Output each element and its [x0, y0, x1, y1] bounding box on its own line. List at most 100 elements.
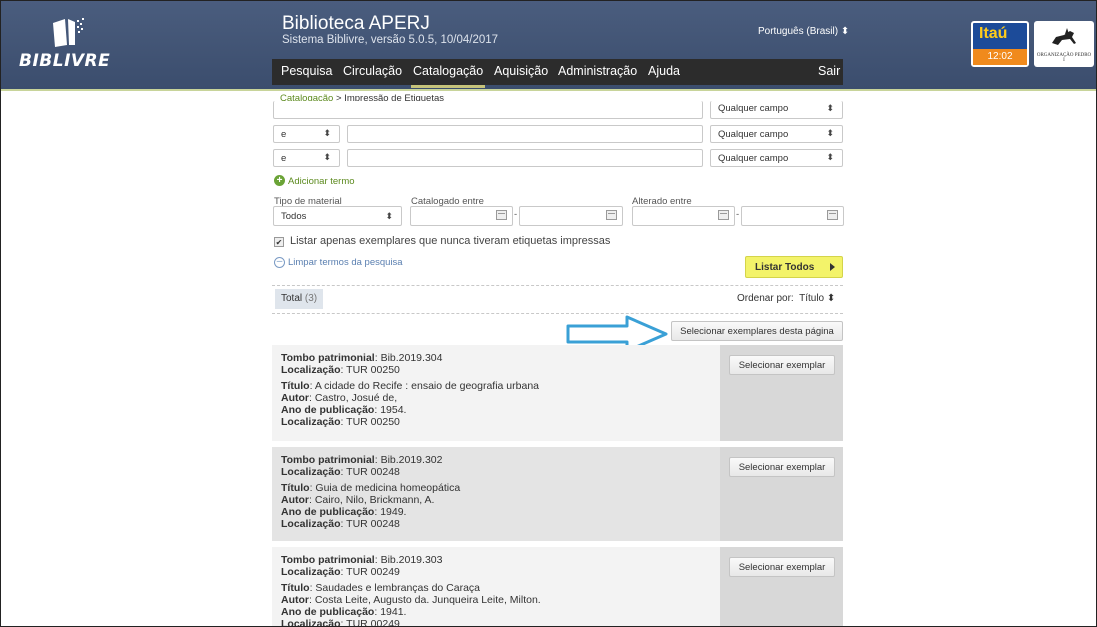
nav-catalogacao[interactable]: Catalogação: [413, 64, 483, 78]
select-page-items-button[interactable]: Selecionar exemplares desta página: [671, 321, 843, 341]
location-line: Localização: TUR 00250: [281, 364, 711, 376]
year-line: Ano de publicação: 1954.: [281, 404, 711, 416]
location-value: : TUR 00248: [340, 466, 400, 478]
nav-aquisicao[interactable]: Aquisição: [494, 64, 548, 78]
year-value: : 1954.: [374, 404, 407, 416]
title-value: : Guia de medicina homeopática: [309, 482, 461, 494]
itau-widget[interactable]: Itaú 12:02: [971, 21, 1029, 67]
location-label: Localização: [281, 364, 341, 376]
nav-ajuda[interactable]: Ajuda: [648, 64, 680, 78]
cataloged-from-input[interactable]: [410, 206, 513, 226]
divider: [272, 313, 843, 314]
logo-text: BIBLIVRE: [19, 51, 111, 71]
select-item-button[interactable]: Selecionar exemplar: [729, 557, 835, 577]
language-label: Português (Brasil): [758, 26, 839, 37]
author-value: : Castro, Josué de,: [309, 392, 398, 404]
search-term-input-1[interactable]: [273, 101, 703, 119]
year-line: Ano de publicação: 1941.: [281, 606, 711, 618]
title-line: Título: Guia de medicina homeopática: [281, 482, 711, 494]
year-label: Ano de publicação: [281, 506, 375, 518]
language-select[interactable]: Português (Brasil) ⬍: [758, 26, 849, 37]
calendar-icon[interactable]: [827, 210, 838, 220]
operator-select-2[interactable]: e ⬍: [273, 125, 340, 143]
location-label: Localização: [281, 466, 341, 478]
add-icon[interactable]: +: [274, 175, 285, 186]
calendar-icon[interactable]: [718, 210, 729, 220]
nav-pesquisa[interactable]: Pesquisa: [281, 64, 332, 78]
author-label: Autor: [281, 392, 309, 404]
title-value: : Saudades e lembranças do Caraça: [309, 582, 481, 594]
horseman-icon: [1052, 28, 1076, 45]
record-actions: Selecionar exemplar: [720, 547, 843, 626]
record-actions: Selecionar exemplar: [720, 345, 843, 441]
order-label: Ordenar por:: [737, 293, 794, 304]
book-logo-icon: [53, 18, 84, 47]
select-item-button[interactable]: Selecionar exemplar: [729, 457, 835, 477]
operator-select-3-value: e: [281, 153, 287, 164]
tombo-label: Tombo patrimonial: [281, 352, 375, 364]
altered-to-input[interactable]: [741, 206, 844, 226]
field-select-2-value: Qualquer campo: [718, 129, 789, 140]
field-select-3[interactable]: Qualquer campo ⬍: [710, 149, 843, 167]
operator-select-3[interactable]: e ⬍: [273, 149, 340, 167]
clear-terms-link[interactable]: Limpar termos da pesquisa: [288, 257, 403, 268]
location-value: : TUR 00250: [340, 364, 400, 376]
total-badge: Total (3): [275, 289, 324, 309]
location-value: : TUR 00250: [340, 416, 400, 428]
record-actions: Selecionar exemplar: [720, 447, 843, 541]
select-arrows-icon: ⬍: [323, 128, 331, 138]
material-type-select[interactable]: Todos ⬍: [273, 206, 402, 226]
logout-link[interactable]: Sair: [818, 64, 840, 78]
location-value: : TUR 00249: [340, 566, 400, 578]
select-item-button[interactable]: Selecionar exemplar: [729, 355, 835, 375]
nav-circulacao[interactable]: Circulação: [343, 64, 402, 78]
org-name: ORGANIZAÇÃO PEDRO I: [1036, 53, 1092, 63]
order-value: Título: [799, 293, 825, 304]
title-label: Título: [281, 380, 310, 392]
nav-administracao[interactable]: Administração: [558, 64, 637, 78]
author-line: Autor: Costa Leite, Augusto da. Junqueir…: [281, 594, 711, 606]
select-arrows-icon: ⬍: [385, 211, 393, 221]
location-value: : TUR 00249: [340, 618, 400, 627]
record-card: Tombo patrimonial: Bib.2019.302 Localiza…: [272, 447, 843, 541]
author-label: Autor: [281, 594, 309, 606]
location-line-2: Localização: TUR 00248: [281, 518, 711, 530]
field-select-3-value: Qualquer campo: [718, 153, 789, 164]
select-arrows-icon: ⬍: [826, 128, 834, 138]
never-printed-label[interactable]: Listar apenas exemplares que nunca tiver…: [290, 235, 610, 247]
record-details: Tombo patrimonial: Bib.2019.304 Localiza…: [272, 345, 720, 441]
location-line-2: Localização: TUR 00249: [281, 618, 711, 627]
add-term-link[interactable]: Adicionar termo: [288, 176, 355, 187]
field-select-1[interactable]: Qualquer campo ⬍: [710, 101, 843, 119]
title-line: Título: A cidade do Recife : ensaio de g…: [281, 380, 711, 392]
search-term-input-2[interactable]: [347, 125, 703, 143]
order-by[interactable]: Ordenar por: Título ⬍: [737, 293, 835, 304]
tombo-line: Tombo patrimonial: Bib.2019.304: [281, 352, 711, 364]
select-arrows-icon: ⬍: [840, 26, 850, 37]
org-logo: ORGANIZAÇÃO PEDRO I: [1034, 21, 1094, 67]
field-select-2[interactable]: Qualquer campo ⬍: [710, 125, 843, 143]
location-label: Localização: [281, 618, 341, 627]
main-nav: Pesquisa Circulação Catalogação Aquisiçã…: [272, 59, 843, 85]
search-term-input-3[interactable]: [347, 149, 703, 167]
total-label: Total: [281, 293, 303, 304]
author-line: Autor: Castro, Josué de,: [281, 392, 711, 404]
calendar-icon[interactable]: [496, 210, 507, 220]
altered-from-input[interactable]: [632, 206, 735, 226]
system-version: Sistema Biblivre, versão 5.0.5, 10/04/20…: [282, 34, 499, 46]
calendar-icon[interactable]: [606, 210, 617, 220]
never-printed-checkbox[interactable]: ✔: [274, 237, 284, 247]
minus-icon[interactable]: –: [274, 257, 285, 268]
tombo-line: Tombo patrimonial: Bib.2019.303: [281, 554, 711, 566]
title-line: Título: Saudades e lembranças do Caraça: [281, 582, 711, 594]
cataloged-to-input[interactable]: [519, 206, 623, 226]
select-arrows-icon: ⬍: [323, 152, 331, 162]
clock: 12:02: [973, 49, 1027, 65]
play-arrow-icon: [830, 263, 835, 271]
biblivre-logo[interactable]: BIBLIVRE: [15, 15, 125, 75]
location-label: Localização: [281, 416, 341, 428]
location-line-2: Localização: TUR 00250: [281, 416, 711, 428]
record-details: Tombo patrimonial: Bib.2019.302 Localiza…: [272, 447, 720, 541]
tombo-line: Tombo patrimonial: Bib.2019.302: [281, 454, 711, 466]
list-all-button[interactable]: Listar Todos: [745, 256, 843, 278]
